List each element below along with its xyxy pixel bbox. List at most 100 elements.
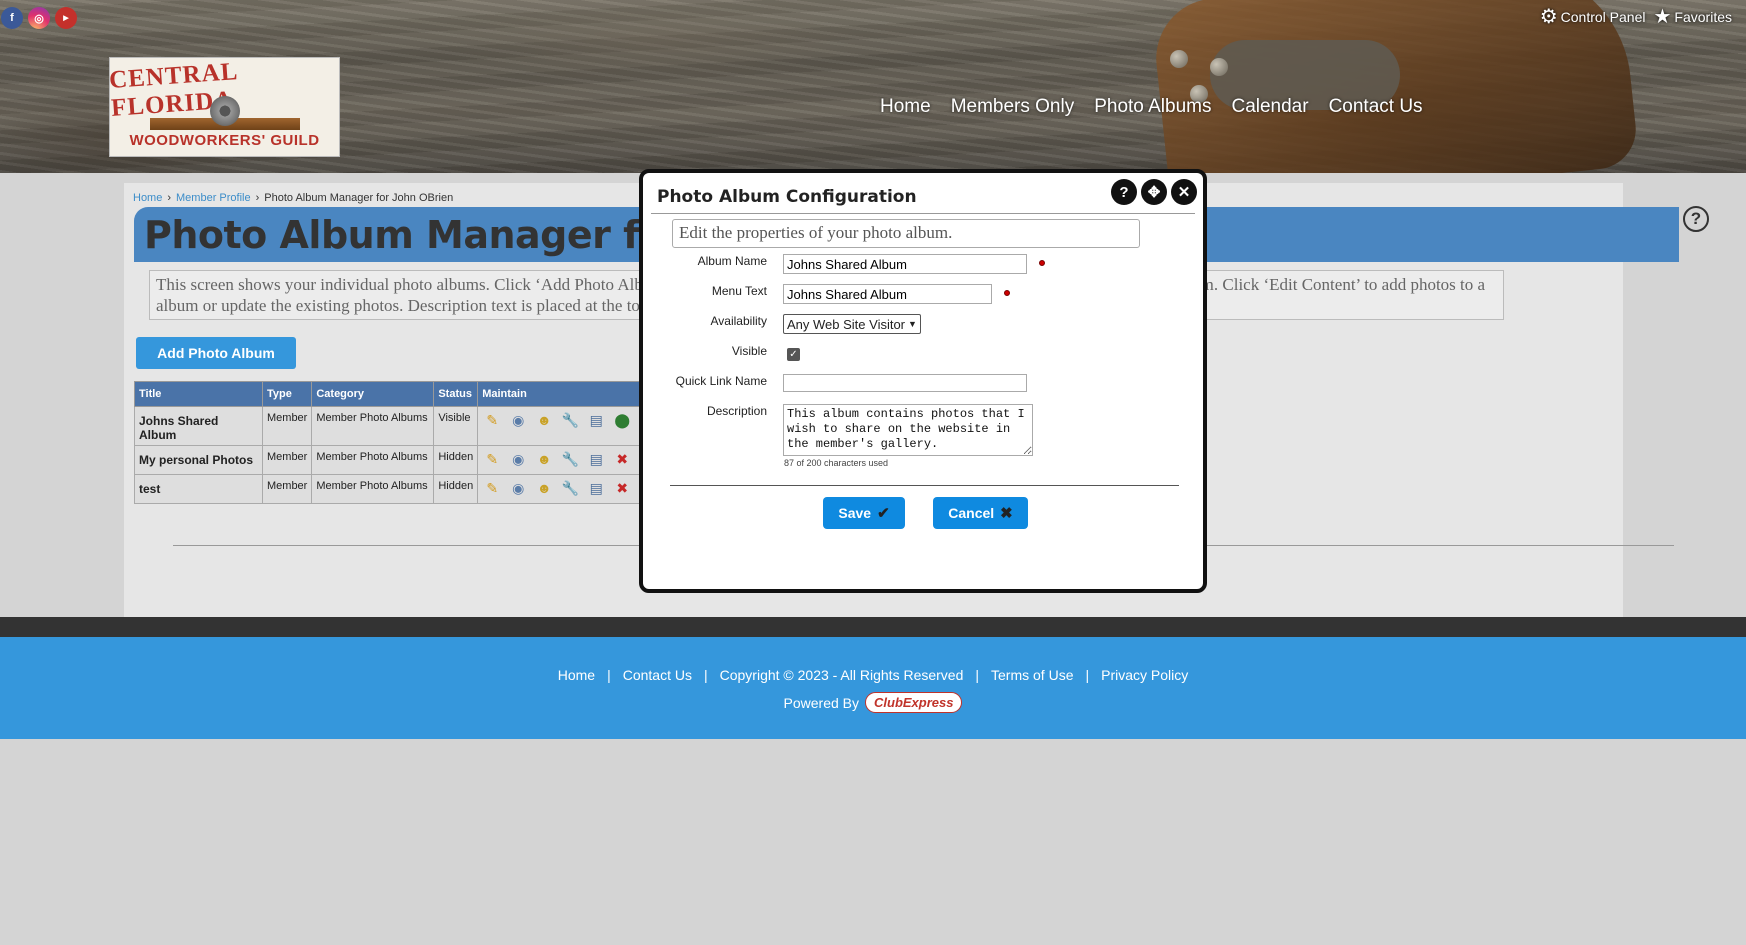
site-footer: Home | Contact Us | Copyright © 2023 - A… [0,637,1746,739]
required-icon [1039,260,1045,266]
description-label: Description [706,404,767,418]
column-status: Status [433,381,479,407]
checkmark-icon: ✔ [877,505,890,522]
help-icon[interactable]: ? [1683,206,1709,232]
footer-terms[interactable]: Terms of Use [991,667,1073,683]
clubexpress-logo[interactable]: ClubExpress [865,692,963,713]
album-name-input[interactable] [783,254,1027,274]
users-icon[interactable]: ☻ [534,480,554,496]
footer-contact-us[interactable]: Contact Us [623,667,692,683]
quick-link-input[interactable] [783,374,1027,392]
wrench-icon[interactable]: 🔧 [560,451,580,468]
column-category: Category [311,381,435,407]
footer-dark-band [0,617,1746,637]
delete-icon[interactable]: ✖ [612,451,632,468]
wrench-icon[interactable]: 🔧 [560,412,580,429]
required-icon [1004,290,1010,296]
social-links: f ◎ ▶ [1,7,77,29]
nav-home[interactable]: Home [880,96,931,118]
breadcrumb-home[interactable]: Home [133,192,162,204]
move-icon[interactable]: ✥ [1141,179,1167,205]
cancel-button[interactable]: Cancel ✖ [933,497,1028,529]
wrench-icon[interactable]: 🔧 [560,480,580,497]
album-type: Member [261,406,313,446]
album-category: Member Photo Albums [311,406,435,446]
star-icon: ★ [1653,6,1672,28]
column-type: Type [261,381,313,407]
site-logo[interactable]: CENTRAL FLORIDA WOODWORKERS' GUILD [109,57,340,157]
album-status: Hidden [433,445,479,475]
footer-privacy[interactable]: Privacy Policy [1101,667,1188,683]
close-icon[interactable]: ✕ [1171,179,1197,205]
breadcrumb: Home › Member Profile › Photo Album Mana… [133,192,454,204]
control-panel-link[interactable]: ⚙ Control Panel [1540,7,1646,27]
gear-icon: ⚙ [1539,6,1558,28]
nav-calendar[interactable]: Calendar [1231,96,1308,118]
help-icon[interactable]: ? [1111,179,1137,205]
utility-links: ⚙ Control Panel ★ Favorites [1540,7,1732,27]
dialog-controls: ? ✥ ✕ [1111,179,1197,205]
save-button[interactable]: Save ✔ [823,497,905,529]
instagram-icon[interactable]: ◎ [28,7,50,29]
table-row: Johns Shared Album Member Member Photo A… [134,406,647,446]
table-row: My personal Photos Member Member Photo A… [134,445,647,475]
breadcrumb-member-profile[interactable]: Member Profile [176,192,251,204]
table-row: test Member Member Photo Albums Hidden ✎… [134,474,647,504]
menu-text-input[interactable] [783,284,992,304]
powered-by: Powered By ClubExpress [0,692,1746,713]
edit-pencil-icon[interactable]: ✎ [482,412,502,429]
saw-blade-icon [209,96,240,126]
maintain-actions: ✎ ◉ ☻ 🔧 ▤ ✖ [477,474,647,504]
availability-select[interactable]: Any Web Site Visitor ▼ [783,314,921,334]
maintain-actions: ✎ ◉ ☻ 🔧 ▤ ⬤ [477,406,647,446]
view-eye-icon[interactable]: ◉ [508,480,528,497]
description-textarea[interactable]: This album contains photos that I wish t… [783,404,1033,456]
edit-pencil-icon[interactable]: ✎ [482,480,502,497]
share-icon[interactable]: ⬤ [612,412,632,429]
breadcrumb-current: Photo Album Manager for John OBrien [264,192,454,204]
users-icon[interactable]: ☻ [534,451,554,467]
facebook-icon[interactable]: f [1,7,23,29]
album-title: My personal Photos [134,445,263,475]
character-count: 87 of 200 characters used [784,458,889,468]
visible-label: Visible [731,344,767,358]
document-icon[interactable]: ▤ [586,480,606,497]
maintain-actions: ✎ ◉ ☻ 🔧 ▤ ✖ [477,445,647,475]
favorites-link[interactable]: ★ Favorites [1653,7,1732,27]
quick-link-label: Quick Link Name [675,374,767,388]
main-nav: Home Members Only Photo Albums Calendar … [880,96,1423,118]
document-icon[interactable]: ▤ [586,412,606,429]
edit-pencil-icon[interactable]: ✎ [482,451,502,468]
youtube-icon[interactable]: ▶ [55,7,77,29]
album-name-label: Album Name [697,254,767,268]
view-eye-icon[interactable]: ◉ [508,451,528,468]
dialog-title: Photo Album Configuration [657,187,917,207]
album-category: Member Photo Albums [311,445,435,475]
users-icon[interactable]: ☻ [534,412,554,428]
album-status: Visible [433,406,479,446]
document-icon[interactable]: ▤ [586,451,606,468]
site-header: f ◎ ▶ ⚙ Control Panel ★ Favorites CENTRA… [0,0,1746,173]
nav-photo-albums[interactable]: Photo Albums [1094,96,1211,118]
dialog-intro: Edit the properties of your photo album. [672,219,1140,248]
availability-label: Availability [710,314,767,328]
menu-text-label: Menu Text [711,284,767,298]
footer-copyright[interactable]: Copyright © 2023 - All Rights Reserved [720,667,964,683]
nav-members-only[interactable]: Members Only [951,96,1075,118]
chevron-down-icon: ▼ [908,319,917,329]
album-type: Member [261,474,313,504]
column-title: Title [134,381,263,407]
albums-table: Title Type Category Status Maintain John… [134,381,647,504]
delete-icon[interactable]: ✖ [612,480,632,497]
nav-contact-us[interactable]: Contact Us [1329,96,1423,118]
footer-home[interactable]: Home [558,667,595,683]
table-header-row: Title Type Category Status Maintain [134,381,647,407]
album-title: test [134,474,263,504]
album-title: Johns Shared Album [134,406,263,446]
add-photo-album-button[interactable]: Add Photo Album [136,337,296,369]
column-maintain: Maintain [477,381,647,407]
album-type: Member [261,445,313,475]
footer-links: Home | Contact Us | Copyright © 2023 - A… [557,667,1189,683]
visible-checkbox[interactable]: ✓ [787,348,800,361]
view-eye-icon[interactable]: ◉ [508,412,528,429]
